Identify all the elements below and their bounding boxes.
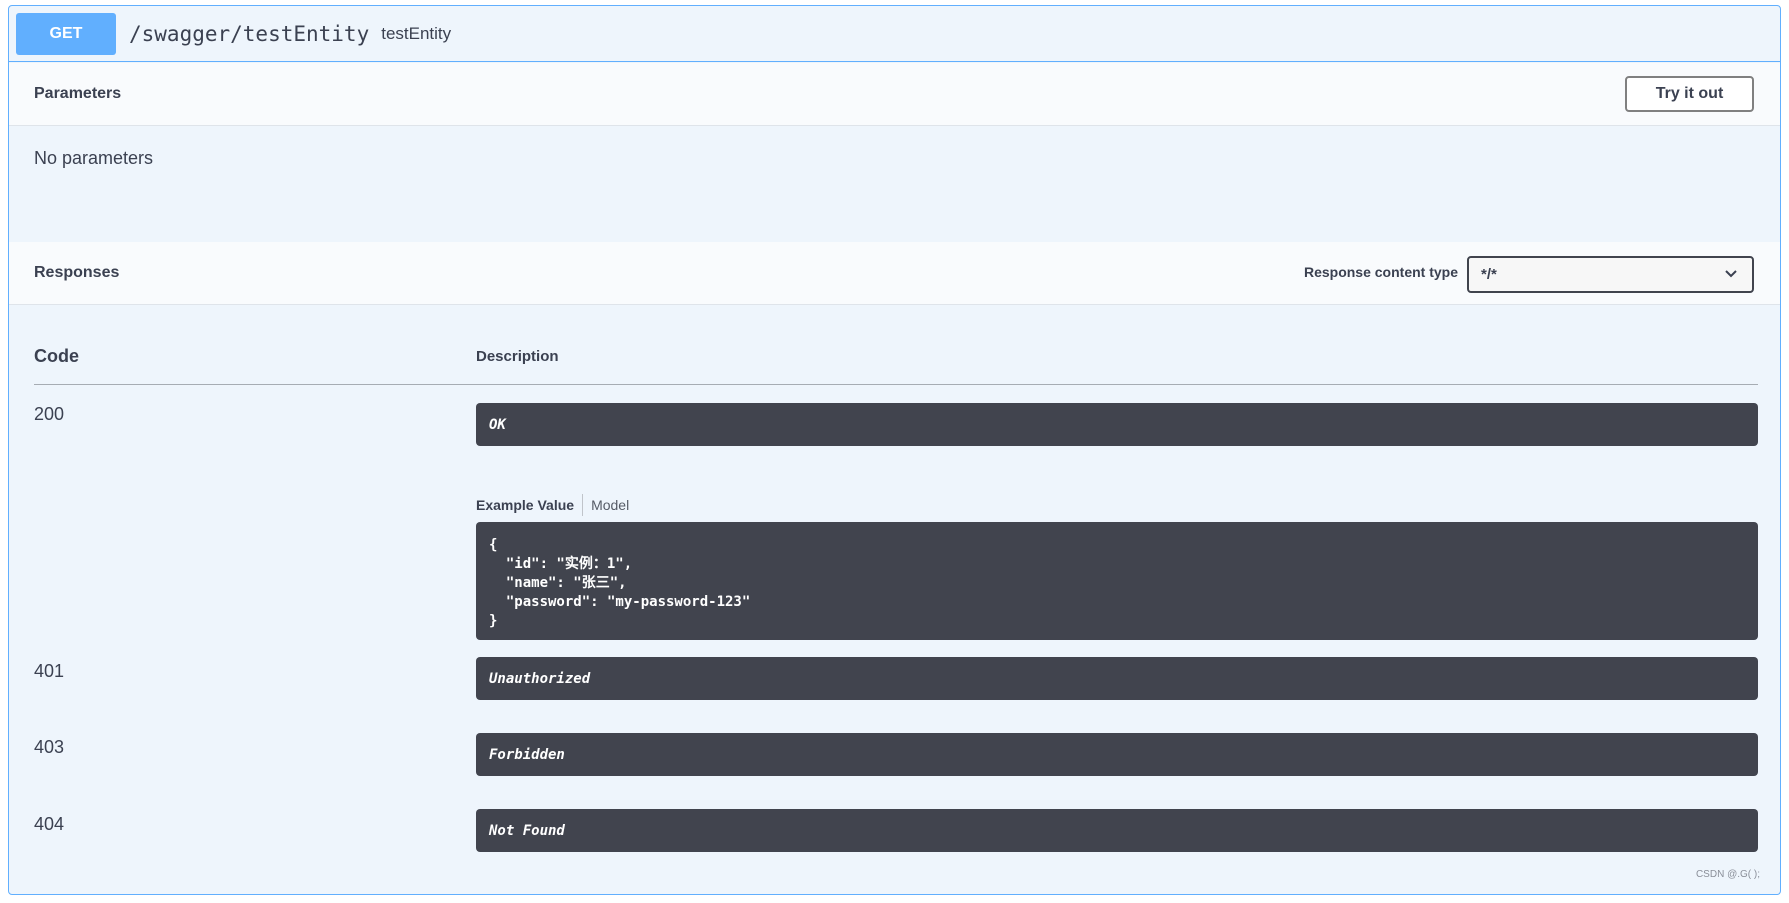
no-parameters-text: No parameters <box>34 148 154 168</box>
parameters-title: Parameters <box>34 85 122 102</box>
code-line: } <box>489 613 498 629</box>
operation-summary[interactable]: GET /swagger/testEntity testEntity <box>9 6 1780 62</box>
operation-block: GET /swagger/testEntity testEntity Param… <box>8 5 1781 895</box>
try-it-out-button[interactable]: Try it out <box>1625 76 1754 112</box>
code-column-header: Code <box>34 346 79 366</box>
response-description-403: Forbidden <box>476 733 1758 776</box>
responses-title: Responses <box>34 264 120 281</box>
responses-header: Responses Response content type */* <box>9 242 1780 305</box>
tab-separator <box>582 494 584 516</box>
parameters-header: Parameters Try it out <box>9 63 1780 126</box>
response-description-404: Not Found <box>476 809 1758 852</box>
example-tabs: Example Value Model <box>476 494 629 516</box>
response-code-403: 403 <box>34 737 65 757</box>
watermark: CSDN @.G( ); <box>1695 869 1760 880</box>
code-line: "id": "实例：1", <box>489 556 633 572</box>
response-code-404: 404 <box>34 814 65 834</box>
table-header-divider <box>34 384 1758 385</box>
tab-model[interactable]: Model <box>591 497 629 513</box>
chevron-down-icon <box>1725 270 1737 278</box>
response-code-200: 200 <box>34 404 65 424</box>
code-line: "name": "张三", <box>489 575 627 591</box>
content-type-select[interactable]: */* <box>1467 256 1754 293</box>
example-value-code: { "id": "实例：1", "name": "张三", "password"… <box>476 522 1758 640</box>
response-code-401: 401 <box>34 661 65 681</box>
response-description-401: Unauthorized <box>476 657 1758 700</box>
method-badge: GET <box>16 12 116 55</box>
content-type-label: Response content type <box>1303 264 1458 280</box>
operation-description: testEntity <box>381 23 452 43</box>
code-line: { <box>489 537 498 553</box>
response-description-200: OK <box>476 403 1758 446</box>
operation-path: /swagger/testEntity <box>129 21 370 46</box>
tab-example-value[interactable]: Example Value <box>476 497 574 513</box>
description-column-header: Description <box>476 348 559 365</box>
code-line: "password": "my-password-123" <box>489 594 751 610</box>
content-type-value: */* <box>1481 266 1497 283</box>
